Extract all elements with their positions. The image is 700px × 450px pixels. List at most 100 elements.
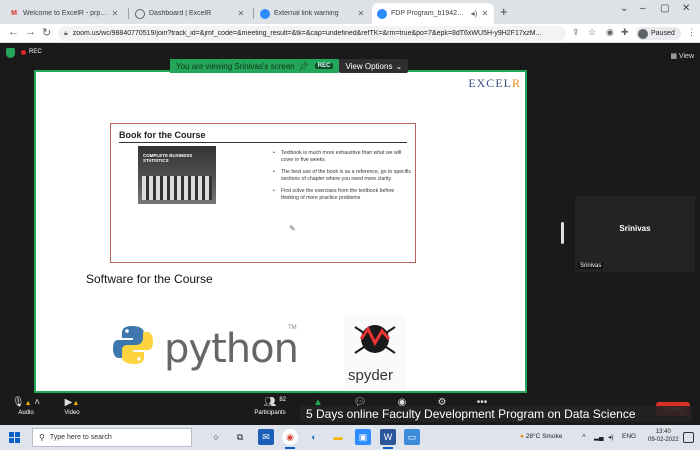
view-button[interactable]: ▦ View	[670, 52, 694, 60]
search-placeholder: Type here to search	[49, 434, 112, 441]
globe-icon	[135, 8, 145, 19]
camera-icon: ▶︎▲	[64, 397, 80, 408]
chevron-down-icon[interactable]: ⌄	[620, 3, 628, 14]
bullet-item: Textbook is much more exhaustive than wh…	[273, 150, 413, 163]
close-icon[interactable]: ✕	[111, 9, 119, 18]
bullet-item: First solve the exercises from the textb…	[273, 188, 413, 201]
audio-button[interactable]: 🎙︎▲ ˄ Audio	[6, 397, 46, 416]
lock-icon[interactable]: 🔒︎	[64, 30, 68, 38]
extension-icon[interactable]: ◉	[606, 27, 614, 38]
speaker-icon[interactable]: ◂)	[470, 9, 478, 18]
task-view-icon[interactable]: ⧉	[232, 429, 248, 445]
folder-icon[interactable]: ▬	[330, 429, 346, 445]
windows-start-icon[interactable]	[9, 432, 20, 443]
taskbar-search[interactable]: ⚲ Type here to search	[32, 428, 192, 447]
star-icon[interactable]: ☆	[588, 27, 596, 38]
share-icon[interactable]: ⇪	[572, 27, 580, 38]
participants-label: Participants	[254, 410, 286, 416]
volume-icon[interactable]: ◂)	[608, 433, 613, 441]
photos-icon[interactable]: ▭	[404, 429, 420, 445]
puzzle-icon[interactable]: ✚	[621, 27, 629, 38]
tab-separator	[128, 8, 129, 19]
forward-icon[interactable]: →	[25, 26, 36, 38]
avatar	[638, 28, 648, 39]
view-options-label: View Options	[345, 61, 393, 71]
clock[interactable]: 13:40 09-02-2022	[648, 428, 679, 444]
video-caption: 5 Days online Faculty Development Progra…	[300, 406, 692, 422]
pencil-icon: ✎	[289, 224, 296, 233]
excelr-logo: EXCELR	[468, 76, 521, 90]
new-tab-button[interactable]: +	[500, 4, 508, 19]
edge-icon[interactable]: ◐	[306, 429, 322, 445]
zoom-icon	[260, 8, 270, 19]
rec-label: REC	[29, 49, 42, 55]
shield-icon[interactable]	[6, 48, 15, 58]
pin-icon[interactable]: 📌︎	[299, 62, 309, 71]
minimize-button[interactable]: –	[640, 3, 646, 14]
video-button[interactable]: ▶︎▲ Video	[52, 397, 92, 416]
panel-resize-handle[interactable]	[561, 222, 564, 244]
gmail-icon: M	[11, 10, 17, 17]
rec-badge: REC	[314, 63, 334, 69]
tray-chevron-icon[interactable]: ˄	[582, 433, 586, 440]
tab-title: Welcome to ExcelR - prpbhumik	[23, 10, 108, 17]
record-dot-icon	[21, 49, 26, 55]
viewing-notice: You are viewing Srinivas's screen 📌︎ REC	[170, 59, 340, 73]
bullet-item: The best use of the book is as a referen…	[273, 169, 413, 182]
screen-share-banner: You are viewing Srinivas's screen 📌︎ REC…	[170, 59, 409, 73]
tab-fdp-program[interactable]: FDP Program_b1942s11706 ◂) ✕	[372, 3, 494, 24]
search-icon: ⚲	[39, 433, 45, 442]
reload-icon[interactable]: ↻	[42, 26, 51, 39]
network-icon[interactable]: ▂▄	[594, 433, 604, 441]
tab-title: External link warning	[274, 10, 339, 17]
browser-tab-bar: M Welcome to ExcelR - prpbhumik ✕ Dashbo…	[0, 0, 700, 24]
notifications-icon[interactable]	[683, 432, 694, 443]
close-icon[interactable]: ✕	[237, 9, 245, 18]
word-icon[interactable]: W	[380, 429, 396, 449]
view-options-button[interactable]: View Options ⌄	[339, 59, 409, 73]
book-title: Book for the Course	[119, 130, 206, 140]
mail-icon[interactable]: ✉	[258, 429, 274, 445]
participants-count: 82	[279, 397, 286, 403]
chevron-down-icon: ⌄	[395, 61, 403, 71]
close-icon[interactable]: ✕	[481, 9, 489, 18]
video-label: Video	[64, 410, 80, 416]
viewing-text: You are viewing Srinivas's screen	[176, 61, 295, 71]
zoom-meeting-window: REC ▦ View EXCELR Book for the Course CO…	[0, 44, 700, 425]
book-cover-title: COMPLETE BUSINESS STATISTICS	[143, 153, 193, 163]
sun-icon: ●	[520, 433, 524, 440]
participant-tile[interactable]: Srinivas Srinivas	[575, 196, 695, 272]
chrome-icon[interactable]: ◉	[282, 429, 298, 449]
trademark-mark: TM	[288, 325, 297, 331]
spyder-wordmark: spyder	[348, 367, 394, 384]
book-slide: Book for the Course COMPLETE BUSINESS ST…	[110, 123, 416, 263]
microphone-icon: 🎙︎▲ ˄	[11, 397, 41, 408]
tab-dashboard[interactable]: Dashboard | ExcelR ✕	[130, 3, 250, 24]
menu-icon[interactable]: ⋮	[687, 27, 696, 38]
profile-button[interactable]: Paused	[636, 27, 681, 40]
tab-title: Dashboard | ExcelR	[149, 10, 212, 17]
tab-gmail[interactable]: M Welcome to ExcelR - prpbhumik ✕	[4, 3, 124, 24]
language-indicator[interactable]: ENG	[622, 433, 636, 440]
columns-graphic	[142, 176, 212, 200]
window-close-button[interactable]: ✕	[682, 3, 690, 14]
weather-text: 28°C Smoke	[525, 433, 563, 440]
cortana-icon[interactable]: ○	[208, 429, 224, 445]
close-icon[interactable]: ✕	[357, 9, 365, 18]
grid-icon: ▦	[670, 53, 677, 60]
bullet-list: Textbook is much more exhaustive than wh…	[273, 150, 413, 207]
windows-taskbar: ⚲ Type here to search ○ ⧉ ✉ ◉ ◐ ▬ ▣ W ▭ …	[0, 425, 700, 450]
participant-name: Srinivas	[619, 224, 651, 233]
participants-button[interactable]: 👥︎ 82 Participants	[248, 397, 292, 416]
zoom-icon	[377, 8, 387, 19]
address-bar[interactable]: 🔒︎ zoom.us/wc/98840770519/join?track_id=…	[58, 26, 566, 41]
weather-widget[interactable]: ● 28°C Smoke	[520, 433, 562, 440]
teams-icon[interactable]: ▣	[355, 429, 371, 445]
tab-title: FDP Program_b1942s11706	[391, 10, 467, 17]
tab-external-link[interactable]: External link warning ✕	[255, 3, 370, 24]
recording-indicator: REC	[21, 49, 42, 55]
spyder-icon	[354, 325, 396, 354]
audio-label: Audio	[18, 410, 34, 416]
maximize-button[interactable]: ▢	[660, 3, 669, 14]
back-icon[interactable]: ←	[8, 26, 19, 38]
